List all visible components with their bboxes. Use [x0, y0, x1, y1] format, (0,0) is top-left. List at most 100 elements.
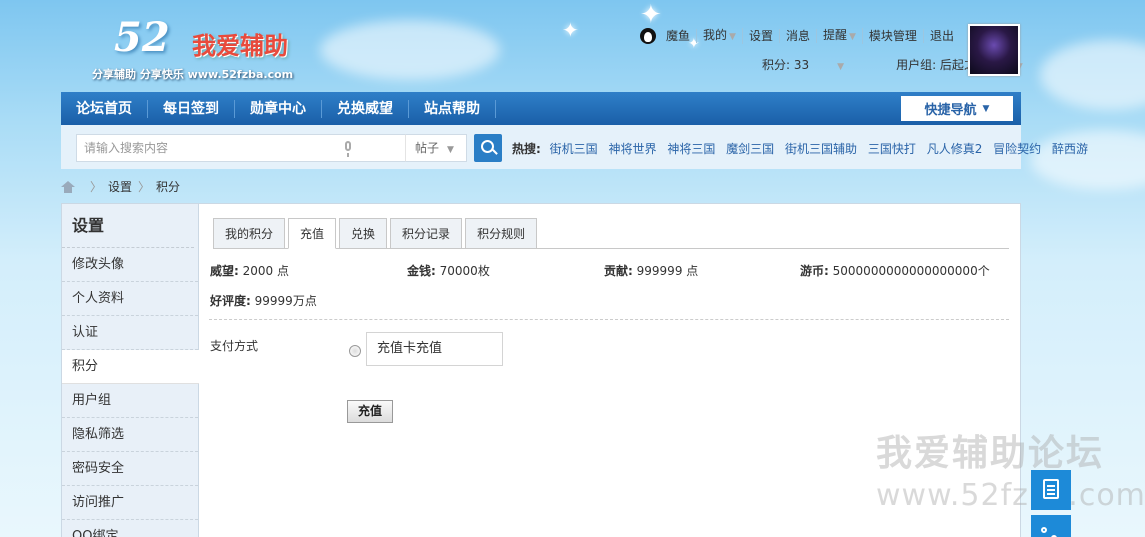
tab-my-points[interactable]: 我的积分	[213, 218, 286, 249]
tab-points-log[interactable]: 积分记录	[390, 218, 463, 249]
nav-item-help[interactable]: 站点帮助	[409, 99, 496, 118]
payment-method-label: 支付方式	[210, 339, 259, 353]
sidebar-title: 设置	[62, 204, 194, 248]
tab-bar: 我的积分 充值 兑换 积分记录 积分规则	[213, 218, 1009, 249]
share-icon	[1041, 523, 1061, 537]
hot-search: 热搜: 街机三国 神将世界 神将三国 魔剑三国 街机三国辅助 三国快打 凡人修真…	[512, 140, 1095, 157]
cloud-decoration	[1030, 130, 1145, 190]
payment-option-card[interactable]: 充值卡充值	[366, 332, 503, 366]
sidebar-item-verify[interactable]: 认证	[62, 316, 198, 350]
caret-down-icon: ▼	[982, 103, 990, 114]
avatar[interactable]	[968, 24, 1020, 76]
sidebar-item-avatar[interactable]: 修改头像	[62, 248, 198, 282]
settings-link[interactable]: 设置	[743, 29, 780, 43]
reminders-menu[interactable]: 提醒 ▼	[817, 28, 863, 44]
stat-money: 金钱: 70000枚	[407, 262, 490, 279]
chevron-down-icon: ▼	[729, 32, 736, 42]
stat-label: 贡献:	[604, 264, 633, 278]
my-menu-label: 我的	[703, 28, 728, 42]
logo-name: 我爱辅助	[192, 32, 288, 60]
watermark-url: www.52fzba.com	[876, 478, 1145, 513]
breadcrumb-separator: 〉	[138, 180, 151, 194]
hot-search-link[interactable]: 街机三国	[550, 142, 598, 156]
chevron-down-icon: ▼	[849, 32, 856, 42]
hot-search-link[interactable]: 魔剑三国	[726, 142, 774, 156]
document-icon	[1043, 479, 1059, 499]
hot-search-link[interactable]: 神将三国	[667, 142, 715, 156]
stat-label: 游币:	[800, 264, 829, 278]
hot-search-link[interactable]: 冒险契约	[993, 142, 1041, 156]
tab-points-rules[interactable]: 积分规则	[465, 218, 538, 249]
stat-label: 好评度:	[210, 294, 251, 308]
tab-recharge[interactable]: 充值	[288, 218, 337, 249]
stat-label: 威望:	[210, 264, 239, 278]
search-button[interactable]	[474, 134, 502, 162]
stat-label: 金钱:	[407, 264, 436, 278]
nav-item-checkin[interactable]: 每日签到	[148, 99, 235, 118]
logo-number: 52	[114, 14, 170, 61]
tab-exchange[interactable]: 兑换	[339, 218, 388, 249]
logo-tagline: 分享辅助 分享快乐 www.52fzba.com	[92, 68, 294, 81]
points-menu[interactable]: 积分: 33 ▼	[762, 56, 870, 73]
user-info: 积分: 33▼ 用户组: 后起之秀▼	[762, 56, 1075, 73]
main-nav: 论坛首页 每日签到 勋章中心 兑换威望 站点帮助 快捷导航 ▼	[61, 92, 1021, 125]
messages-link[interactable]: 消息	[780, 29, 817, 43]
stat-value: 99999万点	[254, 294, 317, 308]
star-icon: ✦	[640, 0, 662, 30]
qq-icon	[640, 28, 656, 44]
nav-item-home[interactable]: 论坛首页	[61, 99, 148, 118]
search-input[interactable]: 请输入搜索内容	[76, 134, 406, 162]
breadcrumb: 〉 设置 〉 积分	[61, 178, 180, 195]
chevron-down-icon: ▼	[837, 62, 845, 72]
hot-search-label: 热搜:	[512, 142, 541, 156]
search-type-select[interactable]: 帖子 ▼	[405, 134, 467, 162]
nav-item-medals[interactable]: 勋章中心	[235, 99, 322, 118]
sidebar-item-usergroup[interactable]: 用户组	[62, 384, 198, 418]
cloud-decoration	[1040, 40, 1145, 110]
module-manage-link[interactable]: 模块管理	[863, 29, 924, 43]
watermark-title: 我爱辅助论坛	[876, 433, 1105, 474]
stat-game-coin: 游币: 5000000000000000000个	[800, 262, 990, 279]
username-link[interactable]: 魔鱼	[660, 29, 698, 43]
float-share-button[interactable]	[1031, 515, 1071, 537]
stat-value: 2000 点	[242, 264, 289, 278]
hot-search-link[interactable]: 神将世界	[608, 142, 656, 156]
logout-link[interactable]: 退出	[924, 29, 960, 43]
breadcrumb-item-settings[interactable]: 设置	[108, 178, 132, 195]
float-post-button[interactable]	[1031, 470, 1071, 510]
sidebar-item-promotion[interactable]: 访问推广	[62, 486, 198, 520]
my-menu[interactable]: 我的 ▼	[697, 28, 743, 44]
reminders-label: 提醒	[822, 28, 847, 42]
home-icon[interactable]	[61, 180, 76, 193]
sidebar-item-privacy[interactable]: 隐私筛选	[62, 418, 198, 452]
cloud-decoration	[320, 20, 500, 80]
points-label: 积分: 33	[762, 58, 810, 72]
hot-search-link[interactable]: 三国快打	[868, 142, 916, 156]
quick-nav-label: 快捷导航	[924, 103, 977, 118]
stat-reputation: 好评度: 99999万点	[210, 292, 317, 309]
hot-search-link[interactable]: 街机三国辅助	[785, 142, 857, 156]
sidebar-item-qq-bind[interactable]: QQ绑定	[62, 520, 198, 537]
microphone-icon[interactable]	[345, 141, 351, 157]
sidebar-item-points[interactable]: 积分	[62, 350, 199, 384]
stat-value: 70000枚	[439, 264, 490, 278]
hot-search-link[interactable]: 醉西游	[1052, 142, 1088, 156]
site-logo[interactable]: 52 我爱辅助 分享辅助 分享快乐 www.52fzba.com	[92, 14, 332, 86]
quick-nav-button[interactable]: 快捷导航 ▼	[901, 96, 1013, 121]
search-bar: 请输入搜索内容 帖子 ▼ 热搜: 街机三国 神将世界 神将三国 魔剑三国 街机三国…	[61, 125, 1088, 169]
hot-search-link[interactable]: 凡人修真2	[927, 142, 983, 156]
search-placeholder: 请输入搜索内容	[84, 141, 169, 155]
caret-down-icon: ▼	[447, 145, 454, 155]
stat-value: 5000000000000000000个	[832, 264, 990, 278]
stat-prestige: 威望: 2000 点	[210, 262, 289, 279]
stat-value: 999999 点	[636, 264, 699, 278]
sidebar-item-password[interactable]: 密码安全	[62, 452, 198, 486]
sidebar-item-profile[interactable]: 个人资料	[62, 282, 198, 316]
divider	[209, 319, 1009, 320]
payment-option-radio[interactable]	[349, 345, 361, 357]
nav-item-exchange[interactable]: 兑换威望	[322, 99, 409, 118]
stat-contribution: 贡献: 999999 点	[604, 262, 698, 279]
recharge-button[interactable]: 充值	[347, 400, 393, 423]
user-toolbar: 魔鱼 我的 ▼ 设置 消息 提醒 ▼ 模块管理 退出	[640, 28, 960, 44]
star-icon: ✦	[562, 18, 579, 42]
